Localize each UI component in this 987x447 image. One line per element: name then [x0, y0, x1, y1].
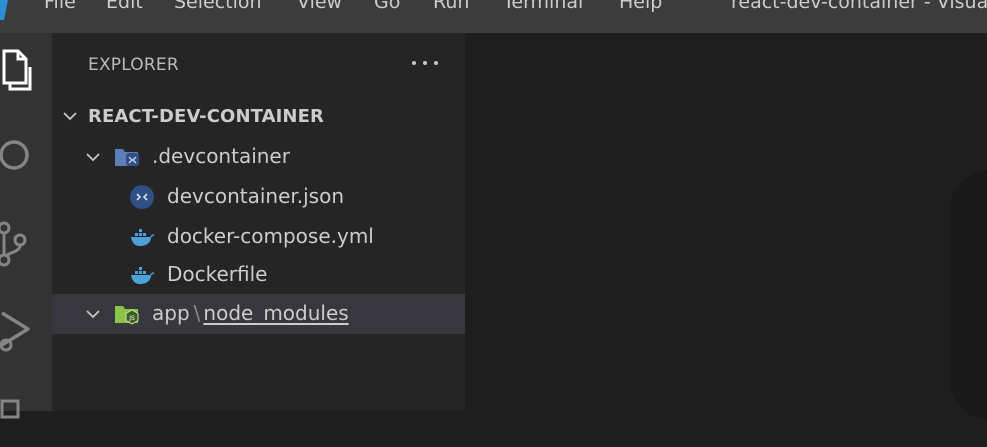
menu-run[interactable]: Run	[433, 0, 469, 12]
tree-item-docker-compose[interactable]: docker-compose.yml	[52, 217, 465, 257]
path-separator: \	[193, 301, 201, 325]
docker-icon	[131, 229, 155, 246]
menu-file[interactable]: File	[44, 0, 76, 12]
menu-view[interactable]: View	[297, 0, 342, 12]
activity-bar	[0, 33, 52, 419]
folder-segment-node-modules[interactable]: node_modules	[203, 301, 348, 325]
tree-item-app-node-modules[interactable]: JS app \ node_modules	[52, 294, 465, 334]
menu-edit[interactable]: Edit	[106, 0, 143, 12]
more-actions-icon[interactable]	[412, 53, 438, 73]
menu-go[interactable]: Go	[374, 0, 400, 12]
tree-item-devcontainer-folder[interactable]: .devcontainer	[52, 137, 465, 177]
svg-text:JS: JS	[128, 315, 135, 322]
tree-item-dockerfile[interactable]: Dockerfile	[52, 255, 465, 295]
run-debug-icon[interactable]	[0, 305, 52, 357]
vscode-logo-icon	[0, 0, 8, 20]
node-folder-icon: JS	[115, 306, 139, 325]
devcontainer-folder-icon	[115, 149, 139, 166]
tree-root-folder[interactable]: REACT-DEV-CONTAINER	[52, 96, 465, 136]
title-bar: File Edit Selection View Go Run Terminal…	[0, 0, 987, 33]
explorer-icon[interactable]	[0, 43, 52, 95]
menu-terminal[interactable]: Terminal	[503, 0, 583, 12]
tree-item-label: .devcontainer	[152, 144, 290, 168]
tree-item-label: devcontainer.json	[167, 184, 345, 208]
menu-selection[interactable]: Selection	[174, 0, 262, 12]
chevron-down-icon	[86, 310, 100, 319]
compact-folder-label: app \ node_modules	[152, 302, 349, 324]
editor-watermark	[950, 170, 987, 420]
tree-item-devcontainer-json[interactable]: devcontainer.json	[52, 177, 465, 217]
window-title: react-dev-container - Visua	[731, 0, 987, 13]
sidebar-title: EXPLORER	[88, 55, 179, 75]
docker-icon	[131, 267, 155, 284]
root-folder-label: REACT-DEV-CONTAINER	[88, 106, 324, 127]
chevron-down-icon	[86, 153, 100, 162]
devcontainer-file-icon	[130, 185, 154, 209]
search-icon[interactable]	[0, 131, 52, 183]
source-control-icon[interactable]	[0, 218, 52, 270]
chevron-down-icon	[63, 112, 77, 121]
tree-item-label: Dockerfile	[167, 262, 268, 286]
explorer-sidebar: EXPLORER REACT-DEV-CONTAINER .devcontain…	[52, 33, 465, 411]
folder-segment-app[interactable]: app	[152, 301, 190, 325]
tree-item-label: docker-compose.yml	[167, 224, 374, 248]
editor-area[interactable]	[465, 33, 987, 411]
menu-help[interactable]: Help	[619, 0, 662, 12]
extensions-icon[interactable]	[0, 391, 52, 443]
